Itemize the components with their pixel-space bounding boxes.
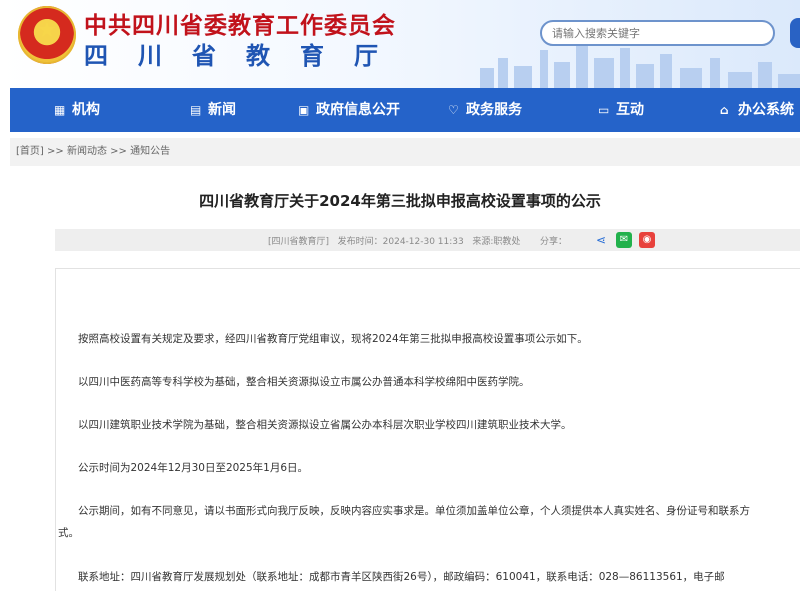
search-input[interactable]: [550, 26, 774, 41]
breadcrumb-news[interactable]: 新闻动态: [67, 146, 107, 157]
site-title-party: 中共四川省委教育工作委员会: [84, 13, 396, 39]
weibo-icon[interactable]: ◉: [639, 232, 655, 248]
news-icon: ▤: [190, 103, 202, 117]
breadcrumb-separator: >>: [110, 146, 127, 157]
publish-label: 发布时间：: [337, 237, 383, 247]
document-icon: ▣: [298, 103, 310, 117]
paragraph: 式。: [58, 527, 79, 539]
from-label: 来源:: [472, 237, 494, 247]
source-tag: [四川省教育厅]: [268, 237, 330, 247]
city-skyline-decoration: [470, 40, 800, 88]
from-value: 职教处: [493, 237, 521, 247]
wechat-icon[interactable]: ✉: [616, 232, 632, 248]
nav-item-office-system[interactable]: ⌂ 办公系统: [720, 88, 794, 132]
nav-item-interaction[interactable]: ▭ 互动: [598, 88, 644, 132]
publish-time: 2024-12-30 11:33: [382, 237, 464, 247]
paragraph: 公示期间，如有不同意见，请以书面形式向我厅反映，反映内容应实事求是。单位须加盖单…: [78, 505, 750, 517]
heart-hand-icon: ♡: [448, 103, 459, 117]
site-title-department: 四川省教育厅: [84, 42, 408, 70]
nav-item-institutions[interactable]: ▦ 机构: [54, 88, 100, 132]
paragraph: 以四川中医药高等专科学校为基础，整合相关资源拟设立市属公办普通本科学校绵阳中医药…: [78, 376, 530, 388]
nav-item-gov-services[interactable]: ♡ 政务服务: [448, 88, 522, 132]
breadcrumb-notices[interactable]: 通知公告: [130, 146, 170, 157]
chat-icon: ▭: [598, 103, 610, 117]
share-label: 分享：: [540, 237, 568, 247]
national-emblem-icon: [18, 6, 76, 64]
site-header: 中共四川省委教育工作委员会 四川省教育厅: [0, 0, 800, 88]
article-meta: [四川省教育厅] 发布时间：2024-12-30 11:33 来源:职教处: [268, 234, 520, 247]
breadcrumb: [首页] >> 新闻动态 >> 通知公告: [10, 138, 800, 166]
paragraph: 按照高校设置有关规定及要求，经四川省教育厅党组审议，现将2024年第三批拟申报高…: [78, 333, 588, 345]
nav-item-news[interactable]: ▤ 新闻: [190, 88, 236, 132]
main-nav: ▦ 机构 ▤ 新闻 ▣ 政府信息公开 ♡ 政务服务 ▭ 互动 ⌂ 办公系统: [10, 88, 800, 132]
breadcrumb-home[interactable]: [首页]: [16, 146, 44, 157]
nav-item-gov-info[interactable]: ▣ 政府信息公开: [298, 88, 400, 132]
search-button[interactable]: [790, 18, 800, 48]
paragraph: 以四川建筑职业技术学院为基础，整合相关资源拟设立省属公办本科层次职业学校四川建筑…: [78, 419, 572, 431]
paragraph: 联系地址：四川省教育厅发展规划处（联系地址：成都市青羊区陕西街26号），邮政编码…: [78, 571, 725, 583]
article-meta-bar: [四川省教育厅] 发布时间：2024-12-30 11:33 来源:职教处 分享…: [55, 229, 800, 251]
paragraph: 公示时间为2024年12月30日至2025年1月6日。: [78, 462, 309, 474]
share-icon[interactable]: ⋖: [593, 232, 609, 248]
article-title: 四川省教育厅关于2024年第三批拟申报高校设置事项的公示: [199, 192, 601, 210]
breadcrumb-separator: >>: [47, 146, 64, 157]
building-icon: ▦: [54, 103, 66, 117]
search-bar: [540, 20, 775, 46]
office-icon: ⌂: [720, 103, 729, 117]
